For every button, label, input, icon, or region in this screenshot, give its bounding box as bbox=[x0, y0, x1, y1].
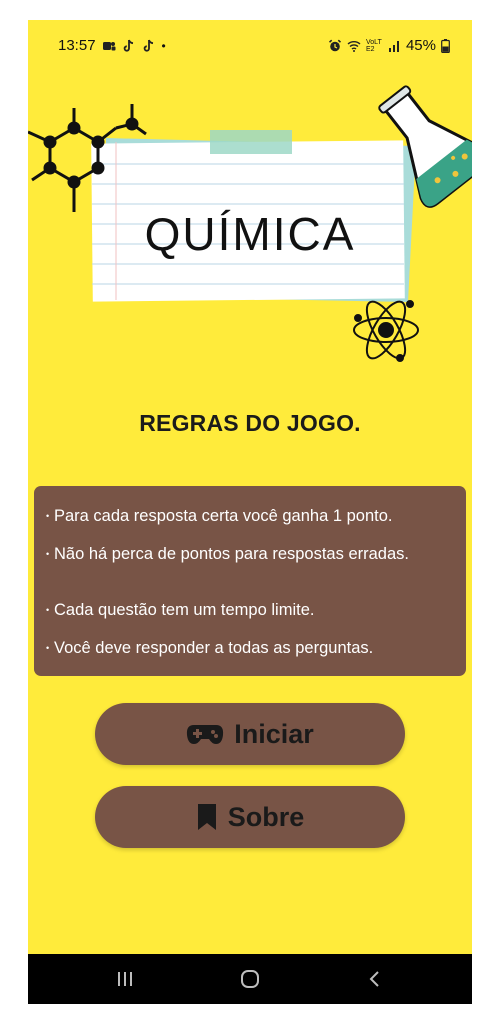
home-button[interactable] bbox=[205, 954, 295, 1004]
about-button-label: Sobre bbox=[227, 801, 305, 832]
back-button[interactable] bbox=[330, 954, 420, 1004]
atom-icon bbox=[353, 300, 419, 362]
app-title: QUÍMICA bbox=[145, 208, 356, 260]
alarm-icon bbox=[328, 39, 342, 51]
hero-graphic: QUÍMICA bbox=[28, 85, 472, 362]
tape-strip bbox=[210, 130, 292, 154]
battery-icon bbox=[441, 38, 450, 53]
rule-bullet: • bbox=[46, 549, 50, 559]
battery-percent: 45% bbox=[405, 37, 436, 54]
start-button[interactable]: Iniciar bbox=[95, 703, 405, 765]
status-bar: 13:57 • VoLTE2 45% bbox=[28, 20, 472, 70]
rule-text: Para cada resposta certa você ganha 1 po… bbox=[54, 507, 393, 525]
rule-text: Cada questão tem um tempo limite. bbox=[54, 601, 315, 619]
home-icon bbox=[241, 970, 259, 988]
status-time: 13:57 bbox=[58, 37, 96, 54]
rule-item: • Você deve responder a todas as pergunt… bbox=[46, 638, 456, 658]
gamepad-icon bbox=[187, 725, 224, 744]
rules-heading: REGRAS DO JOGO. bbox=[139, 410, 361, 436]
back-icon bbox=[369, 971, 379, 987]
rule-bullet: • bbox=[46, 643, 50, 653]
status-dot: • bbox=[161, 38, 166, 53]
teams-icon bbox=[102, 41, 116, 50]
rule-bullet: • bbox=[46, 605, 50, 615]
rule-bullet: • bbox=[46, 511, 50, 521]
rules-panel: • Para cada resposta certa você ganha 1 … bbox=[34, 486, 466, 676]
wifi-icon bbox=[347, 40, 361, 52]
recent-apps-button[interactable] bbox=[80, 954, 170, 1004]
hero-illustration: QUÍMICA bbox=[28, 72, 472, 372]
rule-item: • Cada questão tem um tempo limite. bbox=[46, 600, 456, 620]
recent-apps-icon bbox=[118, 972, 132, 986]
bookmark-icon bbox=[197, 804, 216, 830]
rule-text: Você deve responder a todas as perguntas… bbox=[54, 639, 374, 657]
start-button-label: Iniciar bbox=[234, 718, 314, 749]
system-nav-bar bbox=[28, 954, 472, 1004]
status-right: VoLTE2 45% bbox=[328, 37, 450, 54]
rule-item: • Não há perca de pontos para respostas … bbox=[46, 544, 456, 564]
rule-item: • Para cada resposta certa você ganha 1 … bbox=[46, 506, 456, 526]
tiktok-icon bbox=[123, 39, 133, 52]
rule-text: Não há perca de pontos para respostas er… bbox=[54, 545, 409, 563]
network-type-label: VoLTE2 bbox=[365, 38, 382, 53]
status-left: 13:57 • bbox=[58, 37, 166, 54]
signal-icon bbox=[388, 40, 399, 52]
about-button[interactable]: Sobre bbox=[95, 786, 405, 848]
tiktok-icon bbox=[143, 39, 153, 52]
app-screen: 13:57 • VoLTE2 45% QUÍMICA REGRAS DO JOG… bbox=[28, 20, 472, 1004]
